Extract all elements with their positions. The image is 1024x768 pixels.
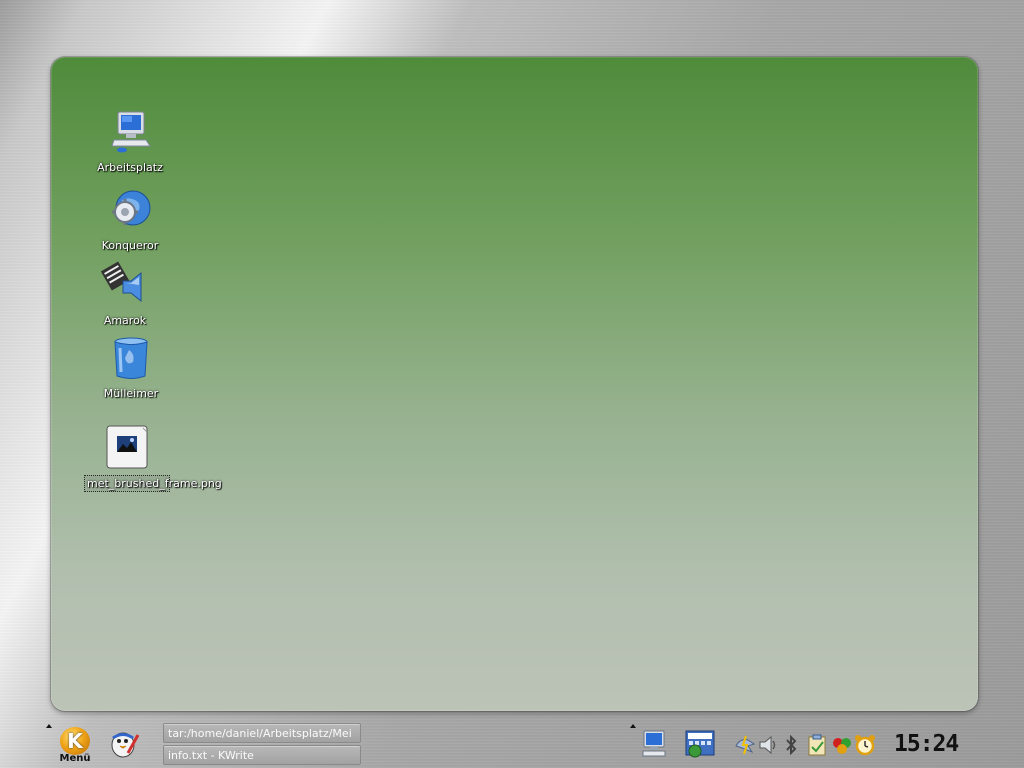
desktop-icon-label: Mülleimer xyxy=(103,387,159,400)
alarm-clock-icon[interactable] xyxy=(853,733,877,757)
kmenu-button[interactable]: K Menü xyxy=(56,727,94,767)
bluetooth-icon[interactable] xyxy=(783,734,799,756)
show-desktop-icon[interactable] xyxy=(640,729,668,759)
trash-icon xyxy=(107,334,155,382)
task-button-konqueror[interactable]: tar:/home/daniel/Arbeitsplatz/Mei xyxy=(163,723,361,743)
network-icon[interactable] xyxy=(684,729,716,759)
desktop-icon-label: Arbeitsplatz xyxy=(97,161,163,174)
computer-icon xyxy=(106,108,154,156)
desktop-icon-konqueror[interactable]: Konqueror xyxy=(85,186,175,253)
k-logo-icon: K xyxy=(60,727,90,755)
clock[interactable]: 15:24 xyxy=(894,731,959,757)
desktop-icon-arbeitsplatz[interactable]: Arbeitsplatz xyxy=(85,108,175,175)
hearts-icon[interactable] xyxy=(830,734,854,756)
kwrite-launcher-icon[interactable] xyxy=(108,729,140,759)
volume-icon[interactable] xyxy=(757,734,779,756)
desktop-icon-met-brushed-frame[interactable]: met_brushed_frame.png xyxy=(82,424,222,492)
task-button-kwrite[interactable]: info.txt - KWrite xyxy=(163,745,361,765)
desktop-icon-label: met_brushed_frame.png xyxy=(84,475,222,492)
panel-arrow-left[interactable] xyxy=(46,724,52,728)
desktop-icon-muelleimer[interactable]: Mülleimer xyxy=(86,334,176,401)
konqueror-icon xyxy=(106,186,154,234)
amarok-icon xyxy=(100,261,149,309)
desktop-icon-label: Amarok xyxy=(103,314,147,327)
desktop-icon-amarok[interactable]: Amarok xyxy=(80,261,170,328)
clipboard-icon[interactable] xyxy=(806,733,828,757)
kmenu-label: Menü xyxy=(59,753,91,764)
desktop-area[interactable] xyxy=(51,57,978,711)
panel-arrow-right[interactable] xyxy=(630,724,636,728)
image-file-icon xyxy=(103,424,151,472)
flash-icon[interactable] xyxy=(734,734,756,756)
desktop-icon-label: Konqueror xyxy=(101,239,159,252)
